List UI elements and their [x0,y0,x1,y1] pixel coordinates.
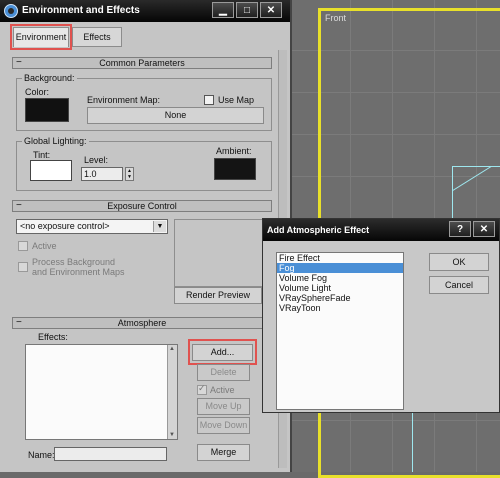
list-item[interactable]: Fire Effect [277,253,403,263]
process-background-checkbox[interactable] [18,262,28,272]
merge-button[interactable]: Merge [197,444,250,461]
collapse-icon: − [16,57,22,68]
list-item[interactable]: VRaySphereFade [277,293,403,303]
effects-list-scrollbar[interactable]: ▲ ▼ [167,345,177,439]
move-up-button[interactable]: Move Up [197,398,250,415]
close-button[interactable]: ✕ [260,2,282,18]
effect-active-checkbox[interactable] [197,383,207,395]
help-button[interactable]: ? [449,221,471,237]
cancel-button[interactable]: Cancel [429,276,489,294]
maximize-button[interactable]: □ [236,2,258,18]
rollout-title: Common Parameters [99,58,185,68]
process-environment-label: and Environment Maps [32,267,125,277]
rollout-title: Exposure Control [107,201,177,211]
atmosphere-header[interactable]: − Atmosphere [12,317,272,329]
use-map-checkbox[interactable] [204,95,214,105]
atmospheric-effects-list[interactable]: Fire Effect Fog Volume Fog Volume Light … [276,252,404,410]
tint-label: Tint: [33,150,51,160]
delete-effect-button[interactable]: Delete [197,364,250,381]
add-button-highlight-box [188,339,257,365]
scroll-up-icon[interactable]: ▲ [169,346,175,352]
list-item[interactable]: Volume Fog [277,273,403,283]
add-dialog-close-button[interactable]: ✕ [473,221,495,237]
environment-map-button[interactable]: None [87,107,264,124]
name-label: Name: [28,450,55,460]
window-title: Environment and Effects [22,5,140,16]
exposure-preview-area [174,219,270,287]
app-icon [4,4,18,18]
minimize-button[interactable]: ▁ [212,2,234,18]
scroll-down-icon[interactable]: ▼ [169,432,175,438]
add-atmospheric-effect-dialog: Add Atmospheric Effect ? ✕ Fire Effect F… [262,218,500,413]
add-dialog-title-bar[interactable]: Add Atmospheric Effect ? ✕ [263,219,499,241]
tab-highlight-box [10,24,72,50]
list-item-selected[interactable]: Fog [277,263,403,273]
dropdown-value: <no exposure control> [20,221,110,231]
rollout-title: Atmosphere [117,318,167,328]
effect-active-label: Active [210,385,235,395]
collapse-icon: − [16,317,22,328]
process-background-label: Process Background [32,257,116,267]
exposure-control-header[interactable]: − Exposure Control [12,200,272,212]
environment-map-label: Environment Map: [87,95,161,105]
collapse-icon: − [16,200,22,211]
global-lighting-title: Global Lighting: [22,136,89,146]
ambient-label: Ambient: [216,146,252,156]
viewport-label[interactable]: Front [325,13,346,23]
title-bar[interactable]: Environment and Effects ▁ □ ✕ [0,0,290,22]
ok-button[interactable]: OK [429,253,489,271]
chevron-down-icon: ▼ [153,221,166,232]
move-down-button[interactable]: Move Down [197,417,250,434]
level-label: Level: [84,155,109,165]
color-label: Color: [25,87,50,97]
effects-label: Effects: [38,332,68,342]
exposure-active-checkbox[interactable] [18,241,28,251]
level-input[interactable]: 1.0 [81,167,123,181]
list-item[interactable]: VRayToon [277,303,403,313]
exposure-active-label: Active [32,241,57,251]
level-spinner[interactable]: ▲ ▼ [125,167,134,181]
add-dialog-title: Add Atmospheric Effect [267,225,370,235]
use-map-label: Use Map [218,95,255,105]
effects-list[interactable]: ▲ ▼ [25,344,178,440]
effect-name-input[interactable] [54,447,167,461]
list-item[interactable]: Volume Light [277,283,403,293]
render-preview-button[interactable]: Render Preview [174,287,262,304]
common-parameters-header[interactable]: − Common Parameters [12,57,272,69]
background-color-swatch[interactable] [25,98,69,122]
ambient-color-swatch[interactable] [214,158,256,180]
background-group-title: Background: [22,73,77,83]
environment-effects-dialog: Environment and Effects ▁ □ ✕ Environmen… [0,0,292,472]
tab-effects[interactable]: Effects [72,27,122,47]
exposure-control-dropdown[interactable]: <no exposure control> ▼ [16,219,168,234]
tint-color-swatch[interactable] [30,160,72,181]
